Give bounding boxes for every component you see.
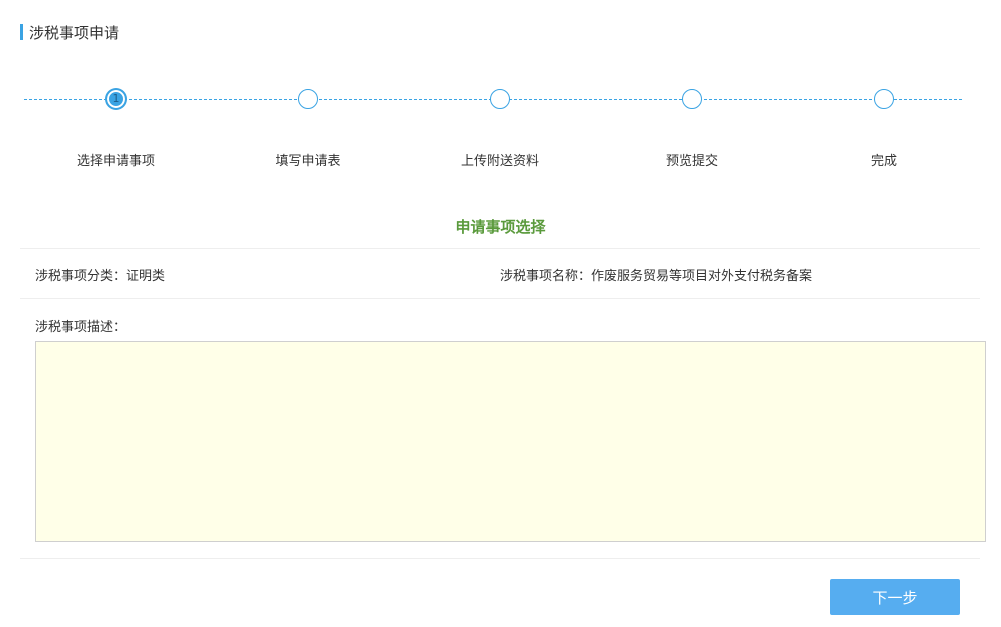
item-name-info: 涉税事项名称：作废服务贸易等项目对外支付税务备案: [500, 265, 812, 284]
step-4-label: 预览提交: [665, 154, 718, 169]
step-1-circle: 1: [106, 89, 126, 109]
step-2-label: 填写申请表: [275, 154, 341, 169]
item-name-value: 作废服务贸易等项目对外支付税务备案: [591, 269, 813, 284]
category-label: 涉税事项分类：: [35, 269, 127, 284]
step-3-label: 上传附送资料: [460, 154, 539, 169]
step-1-number: 1: [112, 92, 120, 105]
info-row: 涉税事项分类：证明类 涉税事项名称：作废服务贸易等项目对外支付税务备案: [0, 265, 1001, 285]
step-3-circle: [490, 89, 510, 109]
description-label: 涉税事项描述：: [35, 320, 127, 335]
divider-bottom: [20, 558, 980, 559]
section-title: 申请事项选择: [455, 218, 546, 236]
step-4-circle: [682, 89, 702, 109]
category-value: 证明类: [126, 269, 166, 284]
step-2-circle: [298, 89, 318, 109]
divider-top: [20, 248, 980, 249]
step-1-label: 选择申请事项: [76, 154, 155, 169]
step-5-label: 完成: [870, 154, 897, 169]
category-info: 涉税事项分类：证明类: [35, 265, 165, 284]
item-name-label: 涉税事项名称：: [500, 269, 592, 284]
step-5-circle: [874, 89, 894, 109]
divider-middle: [20, 298, 980, 299]
tax-application-page: 涉税事项申请 1 选择申请事项 填写申请表 上传附送资料 预览提交 完成 申请事…: [0, 0, 1001, 627]
progress-stepper: 1 选择申请事项 填写申请表 上传附送资料 预览提交 完成: [0, 0, 1001, 180]
description-textarea[interactable]: [35, 341, 986, 542]
next-step-button[interactable]: 下一步: [830, 579, 960, 615]
